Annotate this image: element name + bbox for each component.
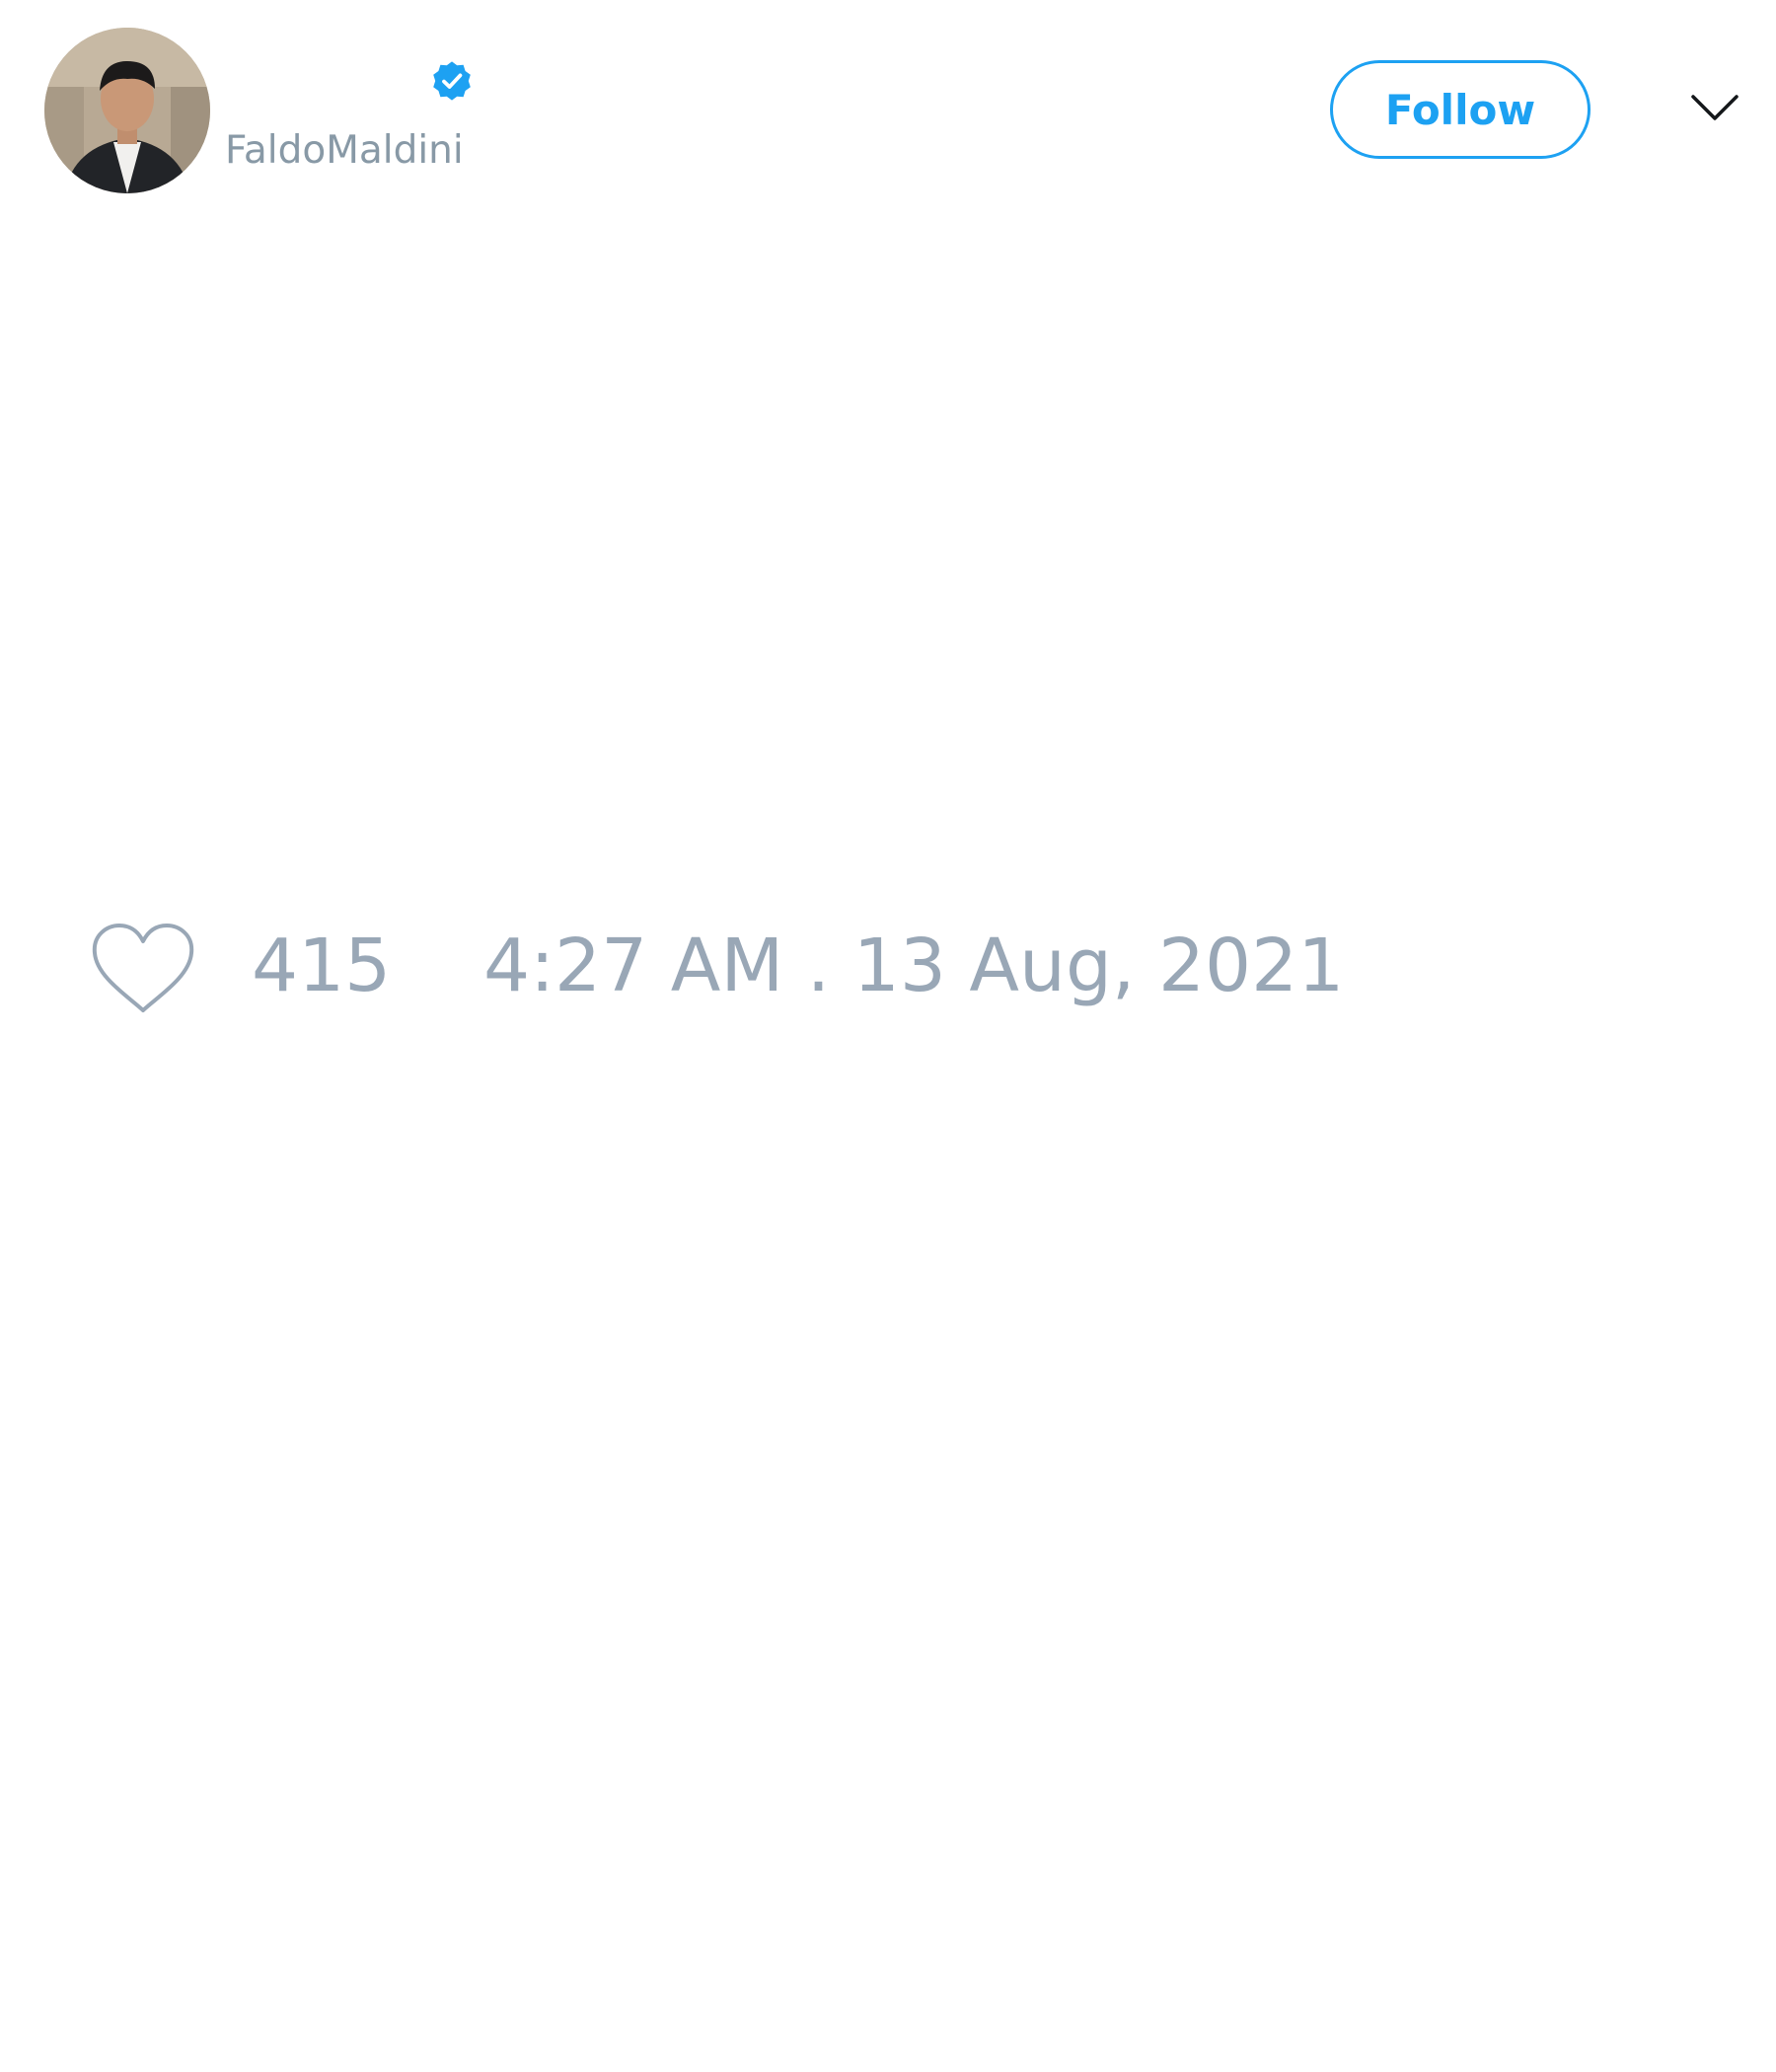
- avatar[interactable]: [44, 28, 210, 193]
- tweet-actions: 415 4:27 AM . 13 Aug, 2021: [0, 908, 1776, 1026]
- tweet-card: FaldoMaldini Follow 415 4:27 AM . 13 Aug…: [0, 0, 1776, 2072]
- avatar-photo: [44, 28, 210, 193]
- tweet-timestamp[interactable]: 4:27 AM . 13 Aug, 2021: [483, 922, 1344, 1010]
- follow-button[interactable]: Follow: [1330, 60, 1591, 159]
- like-count: 415: [252, 924, 392, 1008]
- heart-outline-icon[interactable]: [89, 920, 197, 1018]
- verified-badge-icon: [428, 57, 476, 105]
- chevron-down-icon[interactable]: [1689, 91, 1740, 124]
- username[interactable]: FaldoMaldini: [225, 128, 464, 174]
- display-name[interactable]: [225, 57, 422, 107]
